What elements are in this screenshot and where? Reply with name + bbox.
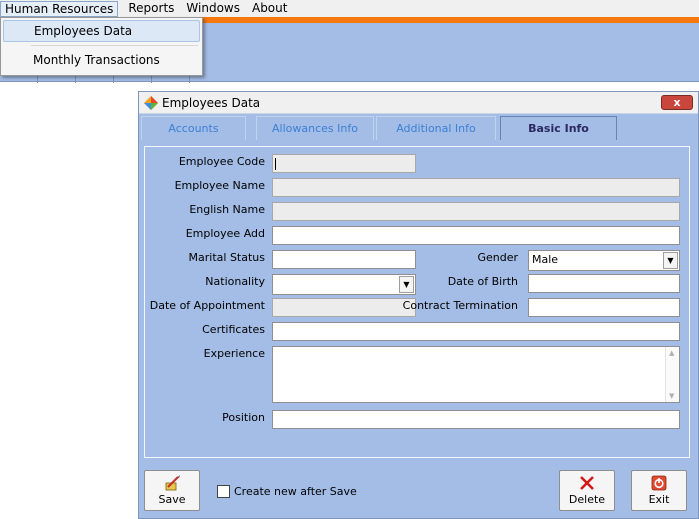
menu-about[interactable]: About xyxy=(246,0,293,17)
close-window-button[interactable]: x xyxy=(661,95,693,110)
certificates-field[interactable] xyxy=(272,322,680,341)
app-diamond-icon xyxy=(144,96,158,110)
tab-allowances-info[interactable]: Allowances Info xyxy=(256,116,374,140)
save-button[interactable]: Save xyxy=(144,470,200,511)
toolbar-stub xyxy=(0,75,210,83)
employee-name-field[interactable] xyxy=(272,178,680,197)
english-name-label: English Name xyxy=(189,203,265,216)
close-icon: x xyxy=(673,96,681,109)
experience-label: Experience xyxy=(203,347,265,360)
create-new-label[interactable]: Create new after Save xyxy=(234,485,357,498)
employee-code-label: Employee Code xyxy=(178,155,265,168)
experience-textarea[interactable]: ▲ ▼ xyxy=(272,346,680,403)
text-caret xyxy=(275,158,276,170)
human-resources-dropdown: Employees Data Monthly Transactions xyxy=(0,17,203,76)
create-new-checkbox[interactable] xyxy=(217,485,230,498)
english-name-field[interactable] xyxy=(272,202,680,221)
date-of-birth-field[interactable] xyxy=(528,274,680,293)
scroll-up-icon[interactable]: ▲ xyxy=(669,349,674,357)
tab-strip: Accounts Allowances Info Additional Info… xyxy=(141,116,698,140)
position-label: Position xyxy=(222,411,265,424)
exit-power-icon xyxy=(651,475,667,491)
exit-button[interactable]: Exit xyxy=(631,470,687,511)
delete-x-icon xyxy=(580,476,594,490)
save-pen-icon xyxy=(165,475,180,491)
position-field[interactable] xyxy=(272,410,680,429)
gender-select[interactable]: Male ▼ xyxy=(528,250,680,271)
certificates-label: Certificates xyxy=(202,323,265,336)
date-of-appointment-label: Date of Appointment xyxy=(149,299,265,312)
menu-bar: Human Resources Reports Windows About xyxy=(0,0,699,17)
gender-label: Gender xyxy=(477,251,518,264)
date-of-birth-label: Date of Birth xyxy=(447,275,518,288)
menu-windows[interactable]: Windows xyxy=(180,0,246,17)
contract-termination-field[interactable] xyxy=(528,298,680,317)
menu-reports[interactable]: Reports xyxy=(122,0,180,17)
employee-address-field[interactable] xyxy=(272,226,680,245)
save-label: Save xyxy=(158,493,186,506)
chevron-down-icon[interactable]: ▼ xyxy=(663,252,678,269)
employee-add-label: Employee Add xyxy=(185,227,265,240)
menu-item-monthly-transactions[interactable]: Monthly Transactions xyxy=(3,49,200,71)
tab-basic-info[interactable]: Basic Info xyxy=(500,116,617,140)
contract-termination-label: Contract Termination xyxy=(402,299,518,312)
delete-button[interactable]: Delete xyxy=(559,470,615,511)
menu-item-employees-data[interactable]: Employees Data xyxy=(3,20,200,42)
nationality-label: Nationality xyxy=(205,275,265,288)
scroll-down-icon[interactable]: ▼ xyxy=(669,392,674,400)
employees-data-window: Employees Data x Accounts Allowances Inf… xyxy=(138,91,699,519)
tab-additional-info[interactable]: Additional Info xyxy=(376,116,496,140)
tab-accounts[interactable]: Accounts xyxy=(141,116,246,140)
chevron-down-icon[interactable]: ▼ xyxy=(399,276,414,293)
nationality-select[interactable]: ▼ xyxy=(272,274,416,295)
window-title: Employees Data xyxy=(162,96,261,110)
marital-status-label: Marital Status xyxy=(188,251,265,264)
textarea-scrollbar[interactable]: ▲ ▼ xyxy=(665,347,679,402)
exit-label: Exit xyxy=(648,493,670,506)
employee-code-field[interactable] xyxy=(272,154,416,173)
menu-human-resources[interactable]: Human Resources xyxy=(0,0,119,17)
menu-separator xyxy=(31,45,198,46)
window-titlebar[interactable]: Employees Data x xyxy=(139,92,698,114)
marital-status-field[interactable] xyxy=(272,250,416,269)
gender-value: Male xyxy=(532,253,559,266)
delete-label: Delete xyxy=(568,493,606,506)
date-of-appointment-field[interactable] xyxy=(272,298,416,317)
employee-name-label: Employee Name xyxy=(174,179,265,192)
